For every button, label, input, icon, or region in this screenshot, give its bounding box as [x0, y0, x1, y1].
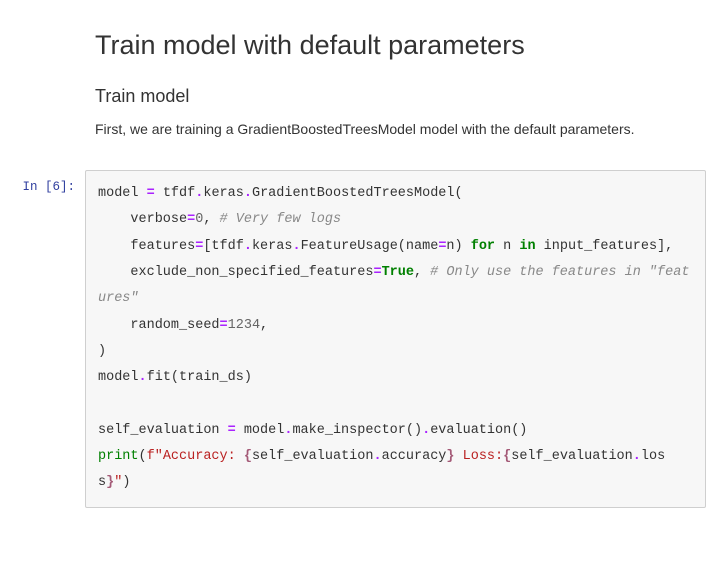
input-prompt: In [6]: — [0, 170, 85, 194]
heading-1: Train model with default parameters — [95, 30, 706, 61]
paragraph: First, we are training a GradientBoosted… — [95, 119, 706, 140]
code-cell: In [6]: model = tfdf.keras.GradientBoost… — [0, 170, 706, 508]
notebook: Train model with default parameters Trai… — [0, 0, 726, 528]
code-input-area[interactable]: model = tfdf.keras.GradientBoostedTreesM… — [85, 170, 706, 508]
markdown-cell: Train model with default parameters Trai… — [95, 30, 706, 140]
code-content: model = tfdf.keras.GradientBoostedTreesM… — [98, 181, 693, 497]
heading-2: Train model — [95, 86, 706, 107]
